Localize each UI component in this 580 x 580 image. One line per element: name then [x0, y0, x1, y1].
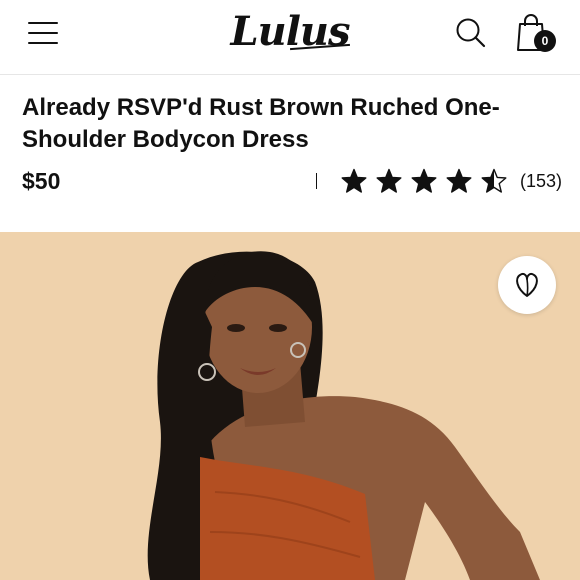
product-image[interactable]: [0, 232, 580, 580]
product-price: $50: [22, 168, 61, 194]
menu-line: [28, 32, 58, 34]
product-title: Already RSVP'd Rust Brown Ruched One-Sho…: [22, 94, 500, 153]
menu-line: [28, 22, 58, 24]
wishlist-heart-icon[interactable]: [498, 256, 556, 314]
site-header: Lulus 0: [0, 0, 580, 75]
shopping-bag-icon[interactable]: 0: [514, 12, 558, 56]
hamburger-menu-icon[interactable]: [28, 20, 60, 46]
star-full-icon: [446, 168, 472, 194]
star-rating: [341, 168, 516, 194]
star-full-icon: [341, 168, 367, 194]
star-half-icon: [481, 168, 507, 194]
review-count[interactable]: (153): [520, 171, 562, 192]
menu-line: [28, 42, 58, 44]
cart-count-badge: 0: [534, 30, 556, 52]
search-icon[interactable]: [454, 16, 488, 50]
star-full-icon: [376, 168, 402, 194]
star-full-icon: [411, 168, 437, 194]
product-rating[interactable]: (153): [316, 166, 562, 196]
rating-divider: [316, 173, 317, 189]
lulus-logo[interactable]: Lulus: [228, 4, 352, 60]
